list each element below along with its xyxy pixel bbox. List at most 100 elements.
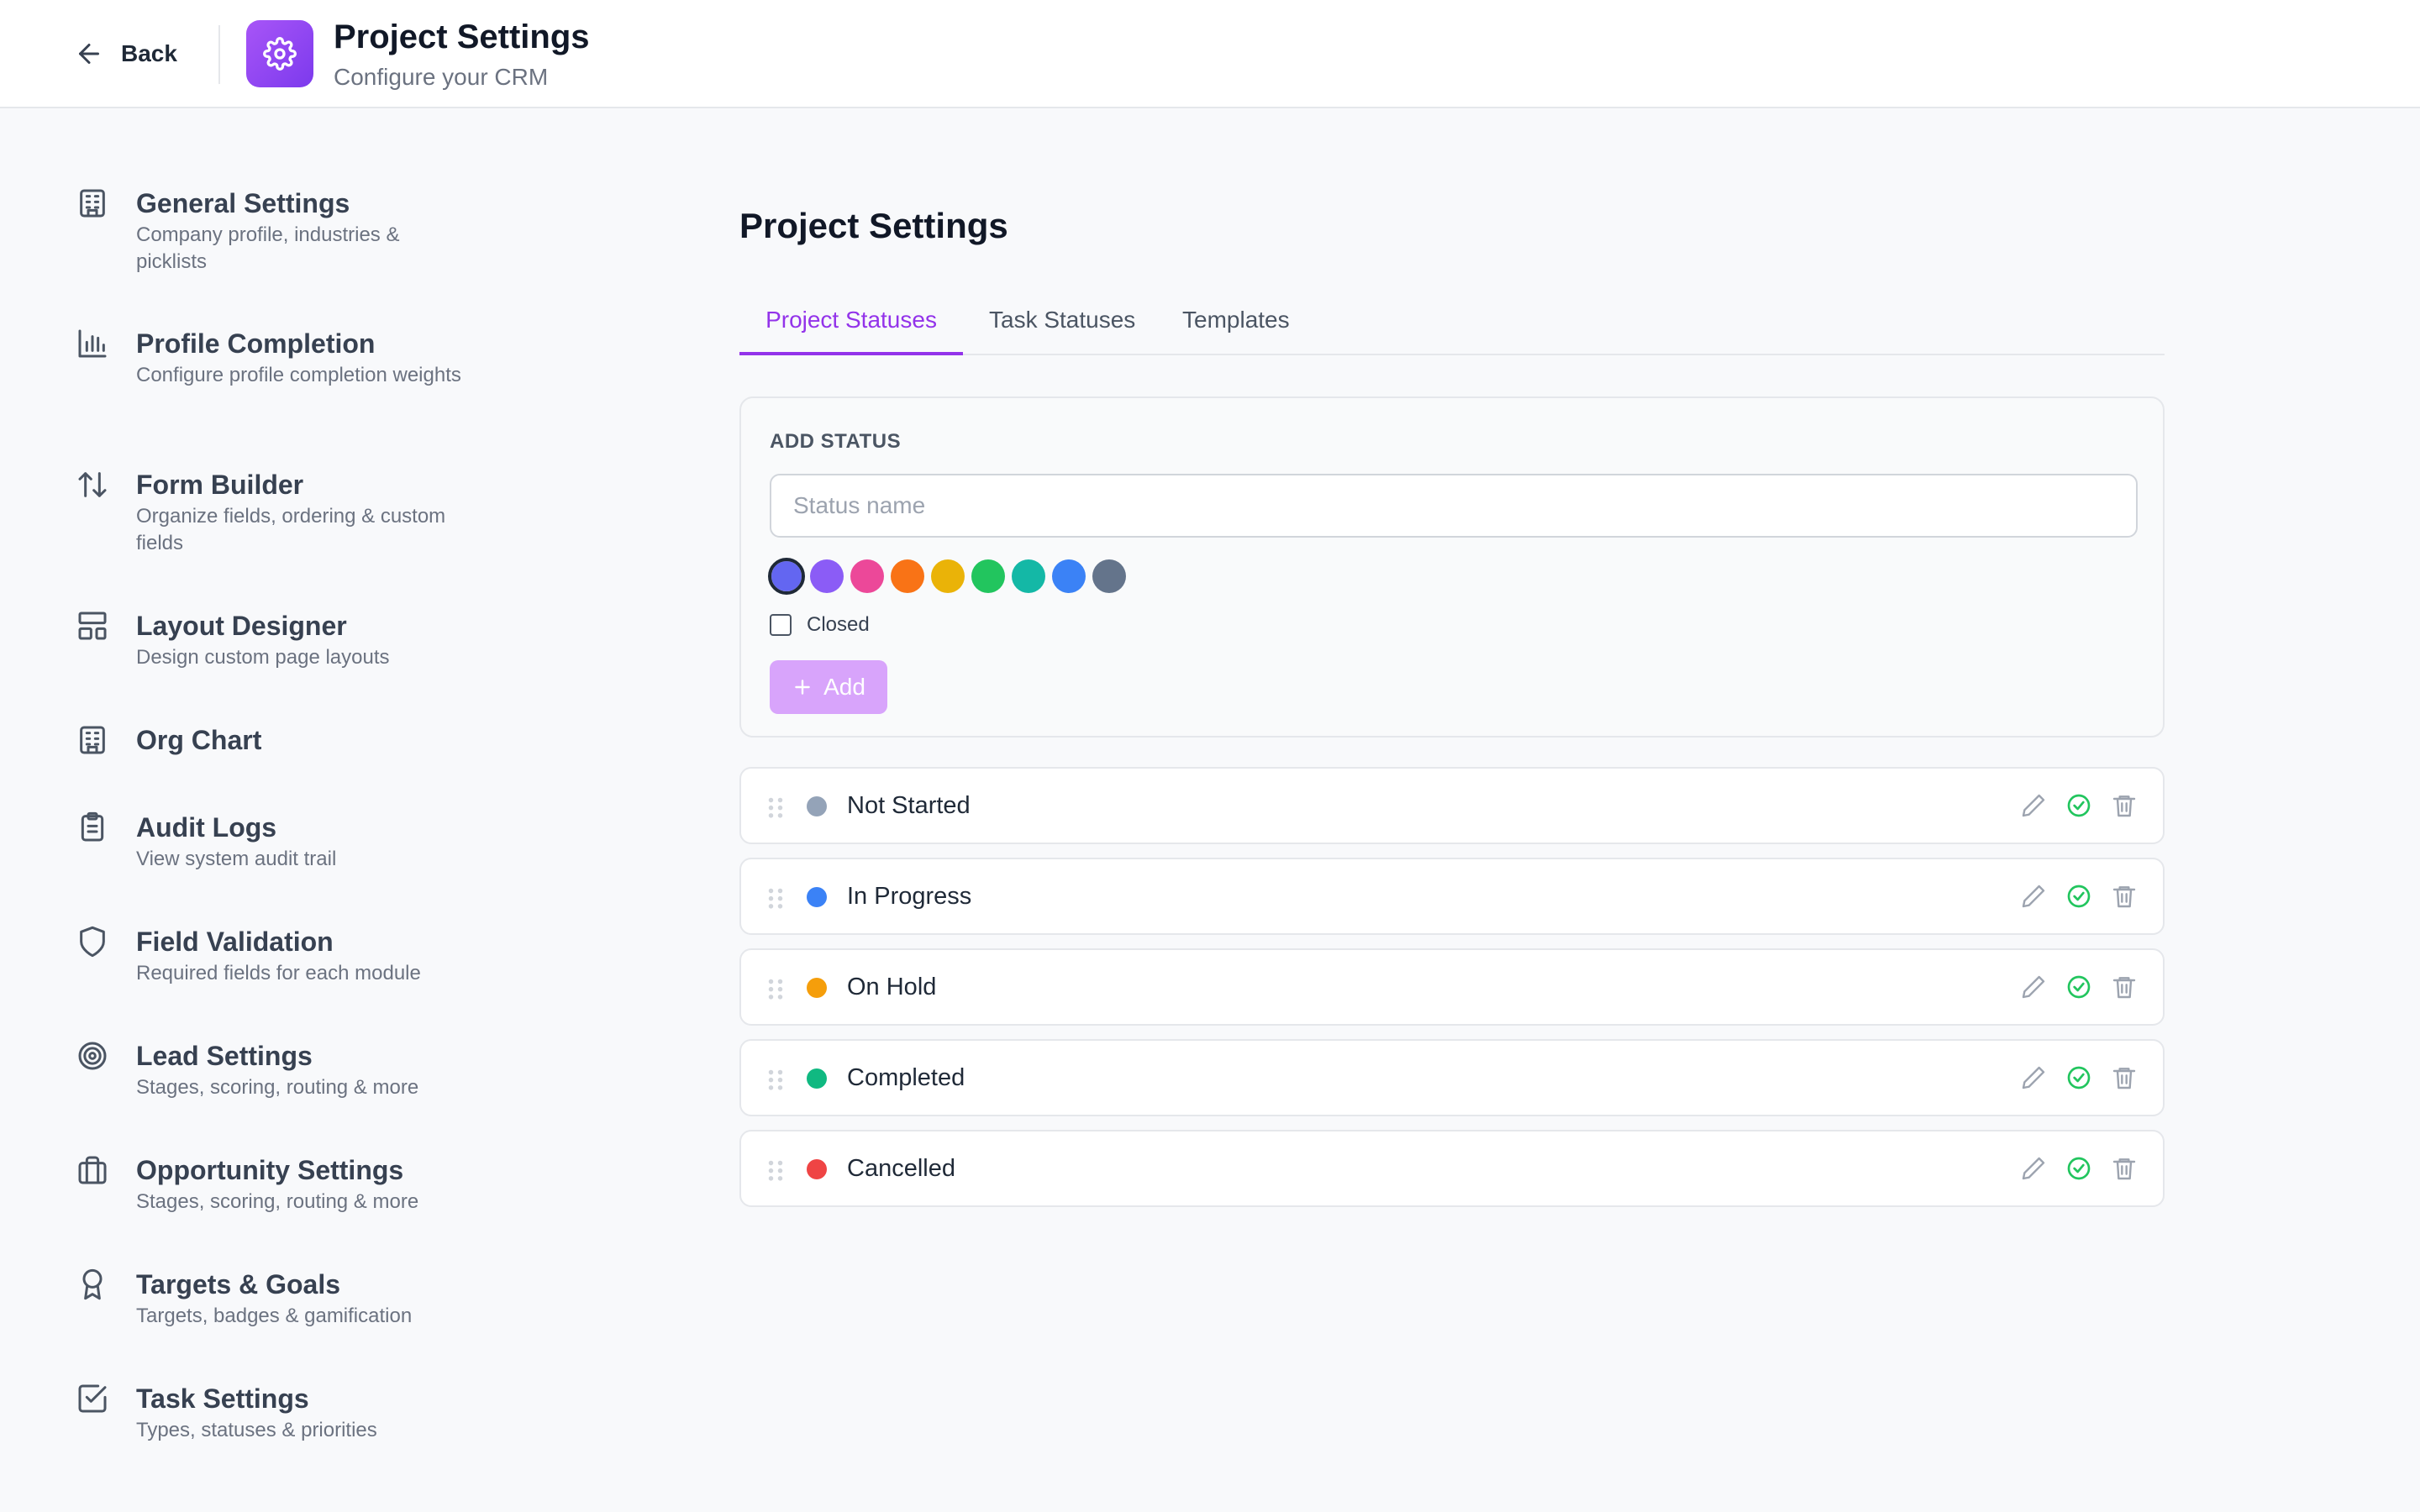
header-divider bbox=[218, 25, 220, 84]
pencil-icon[interactable] bbox=[2020, 883, 2050, 913]
status-row: Not Started bbox=[739, 767, 2165, 844]
add-status-button[interactable]: Add bbox=[770, 660, 887, 714]
sidebar-item-title: Opportunity Settings bbox=[136, 1155, 404, 1185]
trash-icon[interactable] bbox=[2111, 1155, 2141, 1185]
gear-icon bbox=[246, 20, 313, 87]
color-swatch-indigo[interactable] bbox=[768, 558, 805, 595]
color-swatch-green[interactable] bbox=[971, 559, 1005, 593]
color-swatch-violet[interactable] bbox=[810, 559, 844, 593]
color-swatch-teal[interactable] bbox=[1012, 559, 1045, 593]
color-swatch-slate[interactable] bbox=[1092, 559, 1126, 593]
closed-checkbox[interactable] bbox=[770, 614, 792, 636]
sidebar-item-task-settings[interactable]: Task Settings Types, statuses & prioriti… bbox=[76, 1382, 471, 1444]
sidebar-item-desc: Targets, badges & gamification bbox=[136, 1305, 413, 1327]
check-circle-icon[interactable] bbox=[2065, 974, 2096, 1004]
sidebar-item-profile-completion[interactable]: Profile Completion Configure profile com… bbox=[76, 327, 471, 389]
sidebar-item-desc: Configure profile completion weights bbox=[136, 364, 461, 386]
sidebar-item-field-validation[interactable]: Field Validation Required fields for eac… bbox=[76, 925, 471, 987]
color-swatches bbox=[768, 558, 1126, 595]
status-name: In Progress bbox=[847, 883, 972, 910]
settings-tabs: Project Statuses Task Statuses Templates bbox=[739, 290, 2165, 355]
tab-task-statuses[interactable]: Task Statuses bbox=[989, 290, 1135, 355]
sort-arrows-icon bbox=[76, 468, 116, 508]
sidebar-item-title: Lead Settings bbox=[136, 1041, 313, 1071]
status-name: Not Started bbox=[847, 792, 971, 819]
sidebar-item-desc: Stages, scoring, routing & more bbox=[136, 1076, 419, 1099]
color-swatch-orange[interactable] bbox=[891, 559, 924, 593]
drag-handle-icon[interactable] bbox=[766, 795, 785, 819]
pencil-icon[interactable] bbox=[2020, 1155, 2050, 1185]
shield-icon bbox=[76, 925, 116, 965]
tab-label: Task Statuses bbox=[989, 307, 1136, 333]
sidebar-item-title: Audit Logs bbox=[136, 812, 277, 843]
check-circle-icon[interactable] bbox=[2065, 883, 2096, 913]
status-name: Cancelled bbox=[847, 1155, 955, 1182]
briefcase-icon bbox=[76, 1153, 116, 1194]
trash-icon[interactable] bbox=[2111, 1064, 2141, 1095]
drag-handle-icon[interactable] bbox=[766, 1068, 785, 1091]
closed-option: Closed bbox=[770, 613, 870, 637]
tab-templates[interactable]: Templates bbox=[1182, 290, 1290, 355]
sidebar-item-desc: Organize fields, ordering & custom field… bbox=[136, 505, 446, 554]
tab-label: Project Statuses bbox=[765, 307, 937, 333]
check-circle-icon[interactable] bbox=[2065, 1155, 2096, 1185]
plus-icon bbox=[792, 676, 813, 698]
color-swatch-yellow[interactable] bbox=[931, 559, 965, 593]
trash-icon[interactable] bbox=[2111, 974, 2141, 1004]
sidebar-item-title: Task Settings bbox=[136, 1383, 309, 1414]
sidebar-item-audit-logs[interactable]: Audit Logs View system audit trail bbox=[76, 811, 471, 873]
bar-chart-icon bbox=[76, 327, 116, 367]
trash-icon[interactable] bbox=[2111, 883, 2141, 913]
tab-label: Templates bbox=[1182, 307, 1290, 333]
sidebar-item-title: Field Validation bbox=[136, 927, 334, 957]
sidebar-item-targets-goals[interactable]: Targets & Goals Targets, badges & gamifi… bbox=[76, 1268, 471, 1330]
sidebar-item-desc: Design custom page layouts bbox=[136, 646, 390, 669]
pencil-icon[interactable] bbox=[2020, 1064, 2050, 1095]
color-swatch-pink[interactable] bbox=[850, 559, 884, 593]
sidebar-item-layout-designer[interactable]: Layout Designer Design custom page layou… bbox=[76, 609, 471, 671]
trash-icon[interactable] bbox=[2111, 792, 2141, 822]
sidebar-item-title: Targets & Goals bbox=[136, 1269, 341, 1299]
closed-label: Closed bbox=[807, 613, 870, 636]
layout-icon bbox=[76, 609, 116, 649]
status-color-dot bbox=[807, 1159, 827, 1179]
tab-project-statuses[interactable]: Project Statuses bbox=[739, 290, 963, 355]
status-row: Cancelled bbox=[739, 1130, 2165, 1207]
sidebar-item-desc: Company profile, industries & picklists bbox=[136, 223, 400, 273]
status-row: In Progress bbox=[739, 858, 2165, 935]
sidebar-item-title: Org Chart bbox=[136, 725, 262, 755]
drag-handle-icon[interactable] bbox=[766, 977, 785, 1000]
status-name: Completed bbox=[847, 1064, 965, 1091]
settings-sidebar: General Settings Company profile, indust… bbox=[0, 108, 504, 1512]
add-button-label: Add bbox=[823, 674, 865, 700]
sidebar-item-lead-settings[interactable]: Lead Settings Stages, scoring, routing &… bbox=[76, 1039, 471, 1101]
arrow-left-icon bbox=[74, 39, 104, 69]
pencil-icon[interactable] bbox=[2020, 792, 2050, 822]
status-name-input[interactable] bbox=[770, 474, 2138, 538]
add-status-card: ADD STATUS Closed Add bbox=[739, 396, 2165, 738]
header-subtitle: Configure your CRM bbox=[334, 64, 549, 90]
sidebar-item-title: Profile Completion bbox=[136, 328, 376, 359]
top-header: Back Project Settings Configure your CRM bbox=[0, 0, 2420, 108]
building-icon bbox=[76, 723, 116, 764]
status-color-dot bbox=[807, 978, 827, 998]
pencil-icon[interactable] bbox=[2020, 974, 2050, 1004]
award-icon bbox=[76, 1268, 116, 1308]
check-circle-icon[interactable] bbox=[2065, 1064, 2096, 1095]
building-icon bbox=[76, 186, 116, 227]
drag-handle-icon[interactable] bbox=[766, 1158, 785, 1182]
sidebar-item-title: Layout Designer bbox=[136, 611, 347, 641]
check-circle-icon[interactable] bbox=[2065, 792, 2096, 822]
sidebar-item-desc: Types, statuses & priorities bbox=[136, 1419, 377, 1441]
back-label: Back bbox=[121, 40, 177, 66]
sidebar-item-form-builder[interactable]: Form Builder Organize fields, ordering &… bbox=[76, 468, 471, 557]
sidebar-item-org-chart[interactable]: Org Chart bbox=[76, 723, 471, 764]
sidebar-item-opportunity-settings[interactable]: Opportunity Settings Stages, scoring, ro… bbox=[76, 1153, 471, 1215]
status-row: On Hold bbox=[739, 948, 2165, 1026]
status-row: Completed bbox=[739, 1039, 2165, 1116]
sidebar-item-general-settings[interactable]: General Settings Company profile, indust… bbox=[76, 186, 471, 276]
color-swatch-blue[interactable] bbox=[1052, 559, 1086, 593]
back-button[interactable]: Back bbox=[74, 34, 177, 74]
drag-handle-icon[interactable] bbox=[766, 886, 785, 910]
checkbox-icon bbox=[76, 1382, 116, 1422]
